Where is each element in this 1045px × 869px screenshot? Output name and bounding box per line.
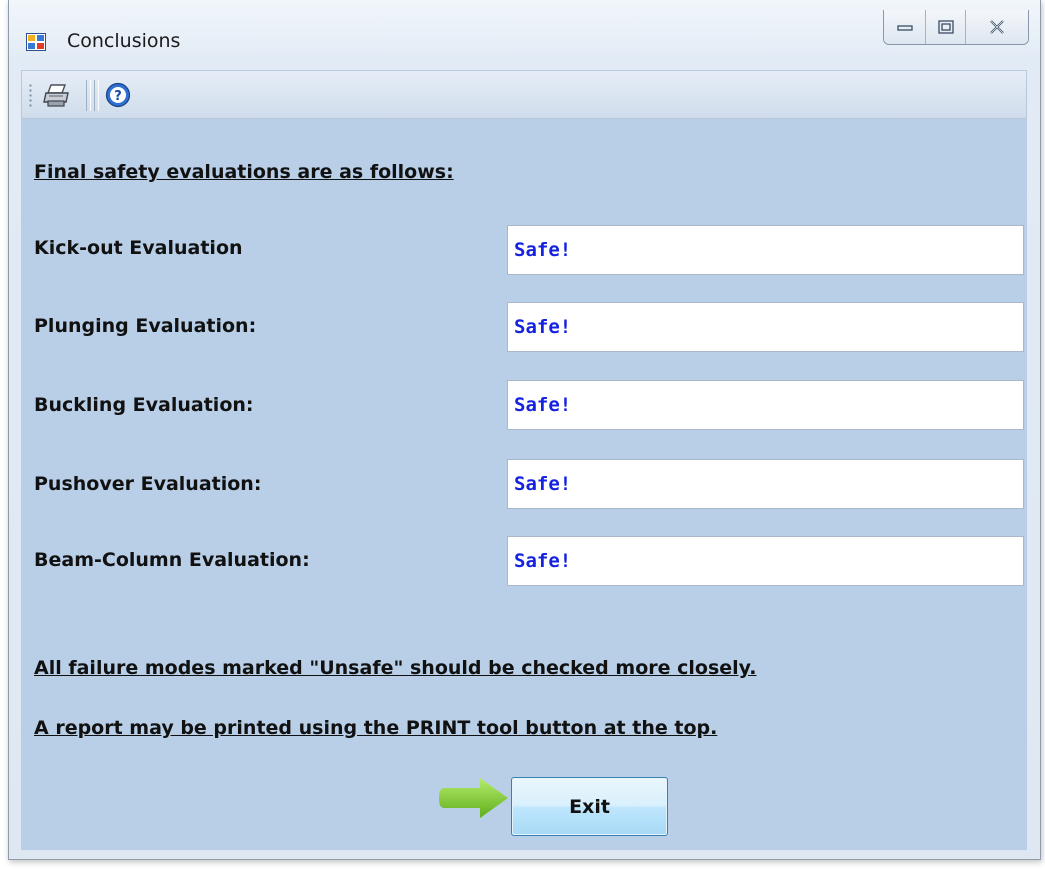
- pushover-result-value: Safe!: [514, 473, 572, 495]
- toolbar-separator: [86, 80, 91, 111]
- toolbar-grip[interactable]: [29, 83, 32, 109]
- pushover-result-field[interactable]: Safe!: [507, 459, 1024, 509]
- panel-heading: Final safety evaluations are as follows:: [34, 161, 454, 183]
- conclusions-panel: Final safety evaluations are as follows:…: [21, 119, 1027, 850]
- help-icon[interactable]: ?: [105, 82, 131, 108]
- minimize-icon: [896, 25, 913, 31]
- beam-column-result-field[interactable]: Safe!: [507, 536, 1024, 586]
- kickout-label: Kick-out Evaluation: [34, 237, 243, 259]
- conclusions-window: Conclusions ? Final safety evaluations a…: [8, 0, 1041, 860]
- plunging-result-field[interactable]: Safe!: [507, 302, 1024, 352]
- buckling-label: Buckling Evaluation:: [34, 394, 254, 416]
- arrow-right-icon: [438, 776, 510, 820]
- toolbar-separator: [94, 80, 99, 111]
- svg-text:?: ?: [114, 89, 122, 104]
- minimize-button[interactable]: [884, 10, 926, 44]
- beam-column-label: Beam-Column Evaluation:: [34, 549, 310, 571]
- print-note: A report may be printed using the PRINT …: [34, 717, 718, 739]
- maximize-button[interactable]: [926, 10, 966, 44]
- close-icon: [990, 20, 1004, 34]
- printer-icon[interactable]: [43, 82, 71, 108]
- kickout-result-value: Safe!: [514, 239, 572, 261]
- beam-column-result-value: Safe!: [514, 550, 572, 572]
- kickout-result-field[interactable]: Safe!: [507, 225, 1024, 275]
- close-button[interactable]: [966, 10, 1028, 44]
- maximize-icon: [937, 20, 954, 34]
- window-controls: [883, 10, 1029, 45]
- buckling-result-field[interactable]: Safe!: [507, 380, 1024, 430]
- unsafe-note: All failure modes marked "Unsafe" should…: [34, 657, 757, 679]
- exit-button[interactable]: Exit: [511, 777, 668, 836]
- pushover-label: Pushover Evaluation:: [34, 473, 262, 495]
- window-title: Conclusions: [67, 30, 181, 52]
- buckling-result-value: Safe!: [514, 394, 572, 416]
- plunging-result-value: Safe!: [514, 316, 572, 338]
- plunging-label: Plunging Evaluation:: [34, 315, 257, 337]
- title-bar[interactable]: Conclusions: [9, 0, 1040, 70]
- toolbar: ?: [21, 70, 1027, 119]
- app-window-icon: [26, 33, 46, 51]
